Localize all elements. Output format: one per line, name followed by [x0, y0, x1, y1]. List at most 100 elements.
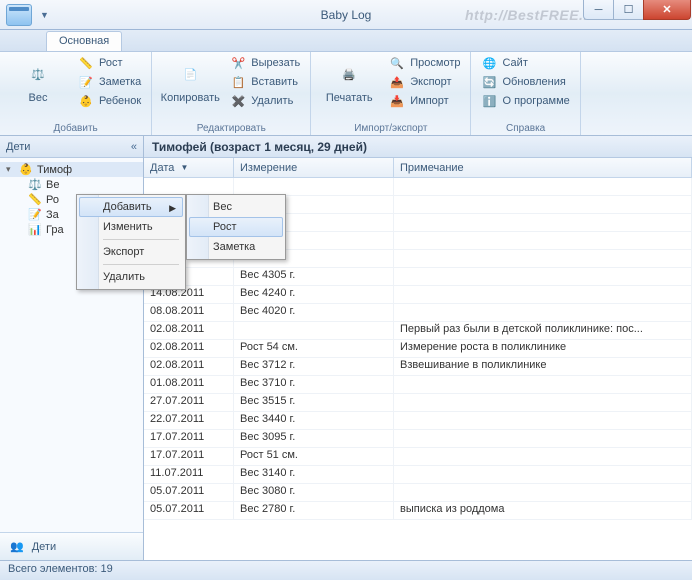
scale-icon: ⚖️	[28, 178, 42, 191]
group-label: Редактировать	[158, 121, 304, 135]
table-row[interactable]: 08.08.2011Вес 4020 г.	[144, 304, 692, 322]
cell	[234, 178, 394, 195]
maximize-button[interactable]: ☐	[613, 0, 643, 20]
table-row[interactable]: 05.07.2011Вес 3080 г.	[144, 484, 692, 502]
table-row[interactable]: 02.08.2011Первый раз были в детской поли…	[144, 322, 692, 340]
site-button[interactable]: 🌐Сайт	[477, 54, 573, 72]
separator	[103, 264, 179, 265]
group-help: 🌐Сайт 🔄Обновления ℹ️О программе Справка	[471, 52, 580, 135]
group-label: Добавить	[6, 121, 145, 135]
sidebar-children-button[interactable]: 👥Дети	[0, 532, 143, 560]
ctx-weight[interactable]: Вес	[189, 197, 283, 217]
paste-icon: 📋	[230, 74, 246, 90]
close-button[interactable]: ✕	[643, 0, 691, 20]
cell: Вес 3095 г.	[234, 430, 394, 447]
table-row[interactable]: ..2011Вес 4305 г.	[144, 268, 692, 286]
chart-icon: 📊	[28, 223, 42, 236]
cell: Вес 4020 г.	[234, 304, 394, 321]
table-row[interactable]: 27.07.2011Вес 3515 г.	[144, 394, 692, 412]
ruler-icon: 📏	[78, 55, 94, 71]
ctx-delete[interactable]: Удалить	[79, 267, 183, 287]
context-submenu: Вес Рост Заметка	[186, 194, 286, 260]
titlebar: ▼ Baby Log http://BestFREE.ru ─ ☐ ✕	[0, 0, 692, 30]
table-row[interactable]: 14.08.2011Вес 4240 г.	[144, 286, 692, 304]
child-button[interactable]: 👶Ребенок	[74, 92, 145, 110]
about-button[interactable]: ℹ️О программе	[477, 92, 573, 110]
ctx-add[interactable]: Добавить▶	[79, 197, 183, 217]
import-icon: 📥	[389, 93, 405, 109]
height-button[interactable]: 📏Рост	[74, 54, 145, 72]
table-row[interactable]: 17.07.2011Вес 3095 г.	[144, 430, 692, 448]
export-button[interactable]: 📤Экспорт	[385, 73, 464, 91]
quick-access-toolbar: ▼	[40, 10, 49, 20]
cell: 22.07.2011	[144, 412, 234, 429]
site-icon: 🌐	[481, 55, 497, 71]
cell: 17.07.2011	[144, 448, 234, 465]
note-button[interactable]: 📝Заметка	[74, 73, 145, 91]
ctx-export[interactable]: Экспорт	[79, 242, 183, 262]
group-label: Справка	[477, 121, 573, 135]
cell: Вес 3080 г.	[234, 484, 394, 501]
preview-icon: 🔍	[389, 55, 405, 71]
cut-button[interactable]: ✂️Вырезать	[226, 54, 304, 72]
group-add: ⚖️ Вес 📏Рост 📝Заметка 👶Ребенок Добавить	[0, 52, 152, 135]
updates-button[interactable]: 🔄Обновления	[477, 73, 573, 91]
ctx-note[interactable]: Заметка	[189, 237, 283, 257]
cell	[394, 430, 692, 447]
table-row[interactable]: 11.07.2011Вес 3140 г.	[144, 466, 692, 484]
cell: Рост 51 см.	[234, 448, 394, 465]
updates-icon: 🔄	[481, 74, 497, 90]
ctx-edit[interactable]: Изменить	[79, 217, 183, 237]
col-note[interactable]: Примечание	[394, 158, 692, 177]
cell	[394, 484, 692, 501]
ctx-height[interactable]: Рост	[189, 217, 283, 237]
weight-button[interactable]: ⚖️ Вес	[6, 54, 70, 121]
cell	[394, 286, 692, 303]
table-row[interactable]: 17.07.2011Рост 51 см.	[144, 448, 692, 466]
cell: 01.08.2011	[144, 376, 234, 393]
sort-icon: ▼	[180, 163, 188, 172]
child-icon: 👶	[19, 163, 33, 176]
cell	[394, 232, 692, 249]
table-row[interactable]: 22.07.2011Вес 3440 г.	[144, 412, 692, 430]
print-icon: 🖨️	[333, 58, 365, 90]
cell: Первый раз были в детской поликлинике: п…	[394, 322, 692, 339]
preview-button[interactable]: 🔍Просмотр	[385, 54, 464, 72]
export-icon: 📤	[389, 74, 405, 90]
cell	[394, 178, 692, 195]
group-edit: 📄 Копировать ✂️Вырезать 📋Вставить ✖️Удал…	[152, 52, 311, 135]
col-measure[interactable]: Измерение	[234, 158, 394, 177]
app-menu-icon[interactable]	[6, 4, 32, 26]
context-menu: Добавить▶ Изменить Экспорт Удалить	[76, 194, 186, 290]
expand-icon[interactable]: ▾	[6, 164, 15, 175]
cell: 02.08.2011	[144, 358, 234, 375]
minimize-button[interactable]: ─	[583, 0, 613, 20]
paste-button[interactable]: 📋Вставить	[226, 73, 304, 91]
import-button[interactable]: 📥Импорт	[385, 92, 464, 110]
table-row[interactable]: 01.08.2011Вес 3710 г.	[144, 376, 692, 394]
cell	[394, 268, 692, 285]
cell: 05.07.2011	[144, 484, 234, 501]
grid-header: Дата ▼ Измерение Примечание	[144, 158, 692, 178]
separator	[103, 239, 179, 240]
cell: 02.08.2011	[144, 340, 234, 357]
collapse-icon[interactable]: «	[131, 141, 137, 153]
cell	[394, 304, 692, 321]
col-date[interactable]: Дата ▼	[144, 158, 234, 177]
table-row[interactable]: 02.08.2011Вес 3712 г.Взвешивание в полик…	[144, 358, 692, 376]
cell	[394, 196, 692, 213]
cell: Вес 3440 г.	[234, 412, 394, 429]
cell	[394, 250, 692, 267]
submenu-arrow-icon: ▶	[169, 203, 176, 214]
note-icon: 📝	[78, 74, 94, 90]
table-row[interactable]: 05.07.2011Вес 2780 г.выписка из роддома	[144, 502, 692, 520]
delete-button[interactable]: ✖️Удалить	[226, 92, 304, 110]
copy-button[interactable]: 📄 Копировать	[158, 54, 222, 121]
print-button[interactable]: 🖨️ Печатать	[317, 54, 381, 121]
cell: Вес 3515 г.	[234, 394, 394, 411]
tab-main[interactable]: Основная	[46, 31, 122, 51]
qat-dropdown-icon[interactable]: ▼	[40, 10, 49, 20]
tree-root[interactable]: ▾👶Тимоф	[0, 162, 143, 177]
table-row[interactable]: 02.08.2011Рост 54 см.Измерение роста в п…	[144, 340, 692, 358]
tree-item[interactable]: ⚖️Ве	[0, 177, 143, 192]
